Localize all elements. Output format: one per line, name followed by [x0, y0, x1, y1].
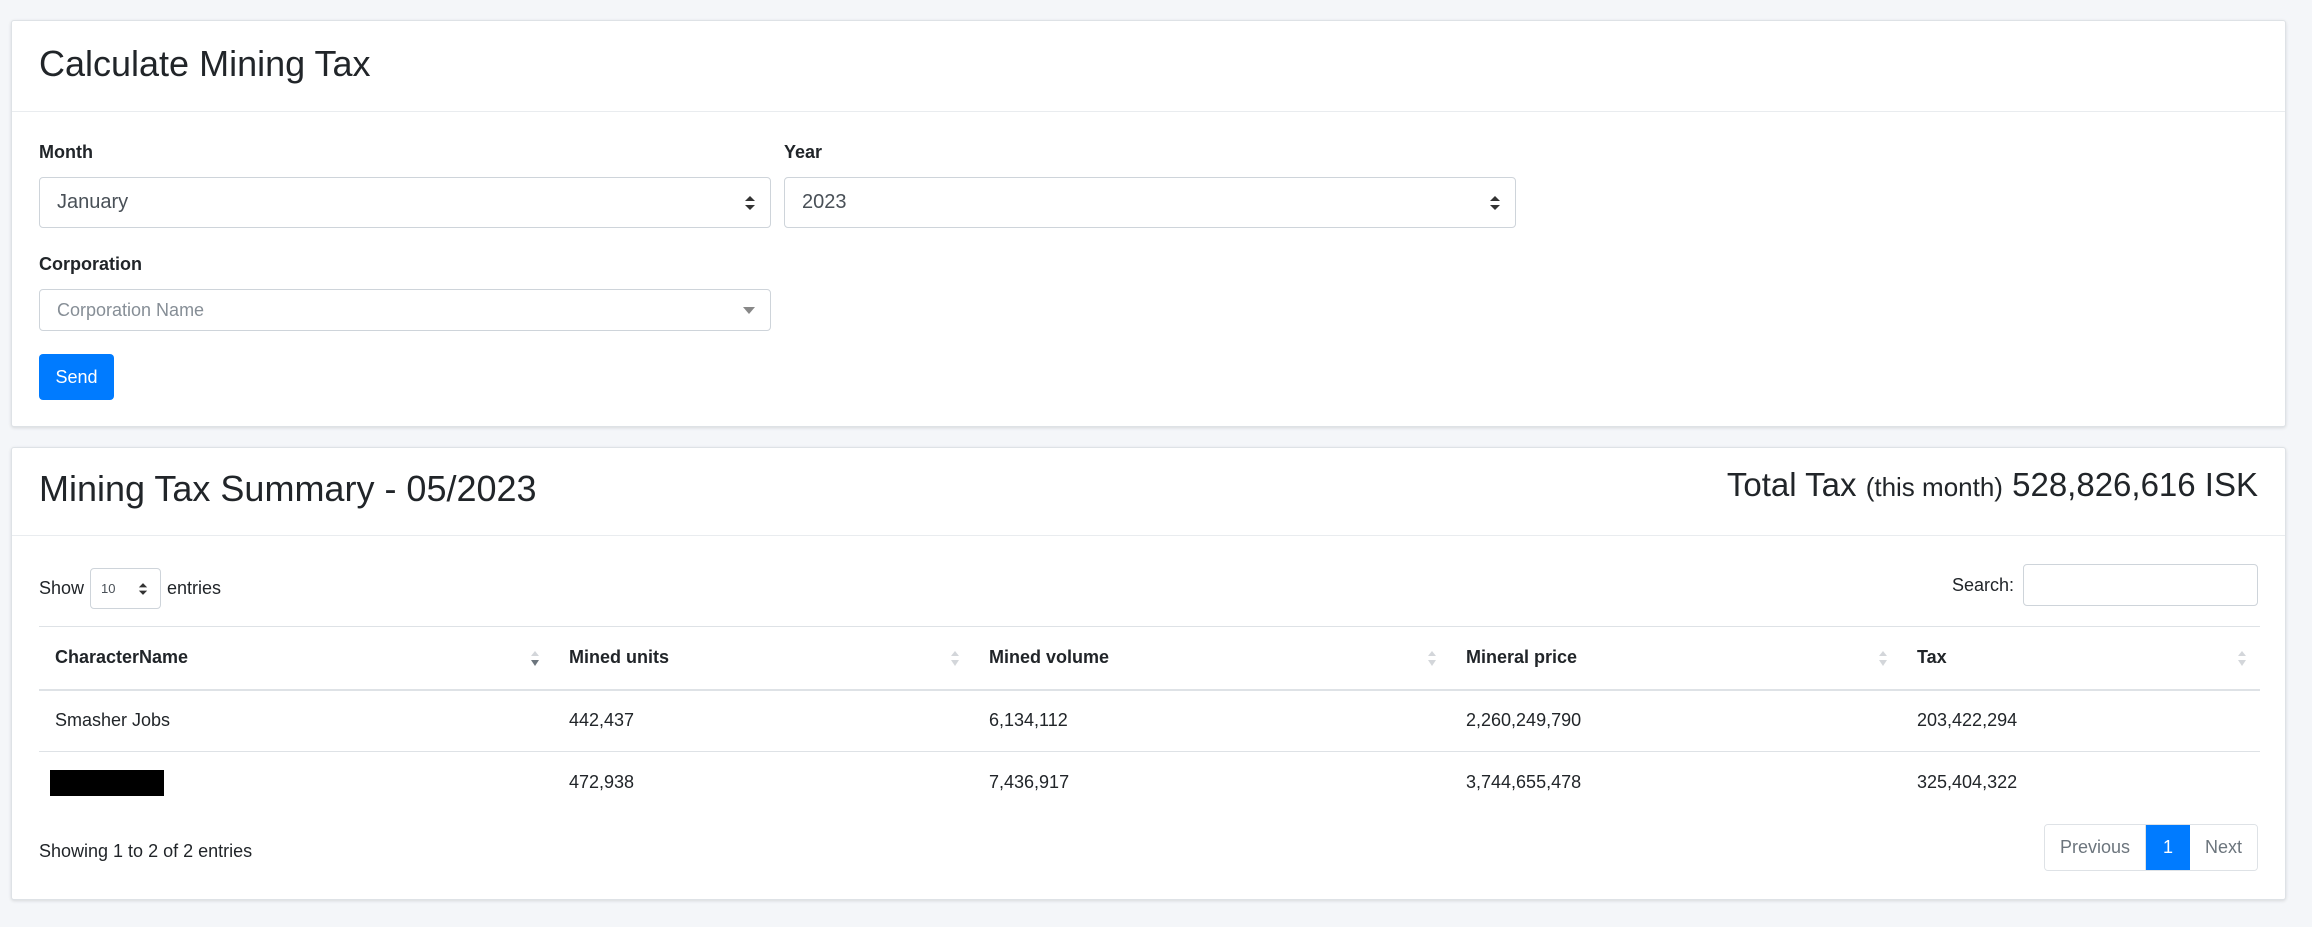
show-entries: Show 10 entries	[39, 568, 221, 609]
total-tax-prefix: Total Tax	[1726, 466, 1857, 503]
cell-tax: 325,404,322	[1917, 772, 2018, 793]
cell-tax: 203,422,294	[1901, 689, 2260, 752]
month-select-value: January	[57, 191, 129, 213]
cell-mineral-price: 2,260,249,790	[1450, 689, 1901, 752]
entries-length-value: 10	[101, 581, 116, 596]
cell-character-name: Smasher Jobs	[39, 689, 553, 752]
entries-length-select[interactable]: 10	[90, 568, 162, 609]
pagination-next[interactable]: Next	[2189, 825, 2257, 870]
table-row: Smasher Jobs 442,437 6,134,112 2,260,249…	[39, 689, 2260, 752]
year-select[interactable]: 2023	[784, 177, 1516, 228]
sort-icon	[2238, 651, 2246, 666]
cell-mined-volume: 7,436,917	[989, 772, 1070, 793]
corporation-label: Corporation	[39, 254, 142, 274]
total-tax-qualifier: (this month)	[1865, 472, 2003, 502]
year-select-value: 2023	[802, 191, 847, 213]
select-arrows-icon	[1490, 196, 1500, 210]
summary-card: Mining Tax Summary - 05/2023 Total Tax (…	[11, 447, 2286, 900]
column-header-charactername[interactable]: CharacterName	[39, 626, 553, 691]
table-info: Showing 1 to 2 of 2 entries	[39, 841, 253, 861]
table-header-row: CharacterName Mined units Mined volume M…	[39, 626, 2260, 691]
sort-icon	[1428, 651, 1436, 666]
cell-mined-volume: 6,134,112	[973, 689, 1450, 752]
calculate-card: Calculate Mining Tax Month January Year …	[11, 20, 2286, 427]
column-header-mined-volume[interactable]: Mined volume	[973, 626, 1450, 691]
summary-card-header: Mining Tax Summary - 05/2023 Total Tax (…	[12, 448, 2285, 536]
select-arrows-icon	[745, 196, 755, 210]
corporation-placeholder: Corporation Name	[57, 300, 205, 320]
cell-mined-units: 472,938	[569, 772, 635, 793]
mining-tax-table: CharacterName Mined units Mined volume M…	[39, 626, 2260, 814]
calculate-card-header: Calculate Mining Tax	[12, 21, 2285, 112]
cell-mineral-price: 3,744,655,478	[1466, 772, 1582, 793]
show-label: Show	[39, 578, 85, 598]
total-tax: Total Tax (this month) 528,826,616 ISK	[1727, 466, 2258, 504]
month-label: Month	[39, 142, 93, 162]
year-label: Year	[784, 142, 823, 162]
pagination-page-1[interactable]: 1	[2145, 825, 2190, 870]
month-select[interactable]: January	[39, 177, 771, 228]
entries-label: entries	[167, 578, 222, 598]
table-row: 472,938 7,436,917 3,744,655,478 325,404,…	[39, 752, 2260, 814]
sort-icon	[1879, 651, 1887, 666]
calculate-title: Calculate Mining Tax	[39, 43, 371, 84]
table-search: Search:	[1952, 564, 2258, 606]
search-label: Search:	[1951, 574, 2014, 595]
cell-character-name	[39, 752, 553, 814]
select-arrows-icon	[138, 583, 148, 595]
caret-down-icon	[743, 307, 755, 314]
send-button[interactable]: Send	[39, 354, 114, 400]
redacted-block	[50, 769, 164, 796]
column-header-mineral-price[interactable]: Mineral price	[1450, 626, 1901, 691]
total-tax-value: 528,826,616 ISK	[2012, 466, 2258, 503]
cell-mined-units: 442,437	[553, 689, 973, 752]
pagination-previous[interactable]: Previous	[2044, 825, 2146, 870]
summary-title: Mining Tax Summary - 05/2023	[39, 468, 537, 509]
column-header-mined-units[interactable]: Mined units	[553, 626, 973, 691]
search-input[interactable]	[2023, 564, 2258, 606]
corporation-select[interactable]: Corporation Name	[39, 289, 771, 331]
sort-icon	[951, 651, 959, 666]
pagination: Previous 1 Next	[2043, 824, 2258, 871]
sort-ascending-icon	[531, 651, 539, 666]
column-header-tax[interactable]: Tax	[1901, 626, 2260, 691]
